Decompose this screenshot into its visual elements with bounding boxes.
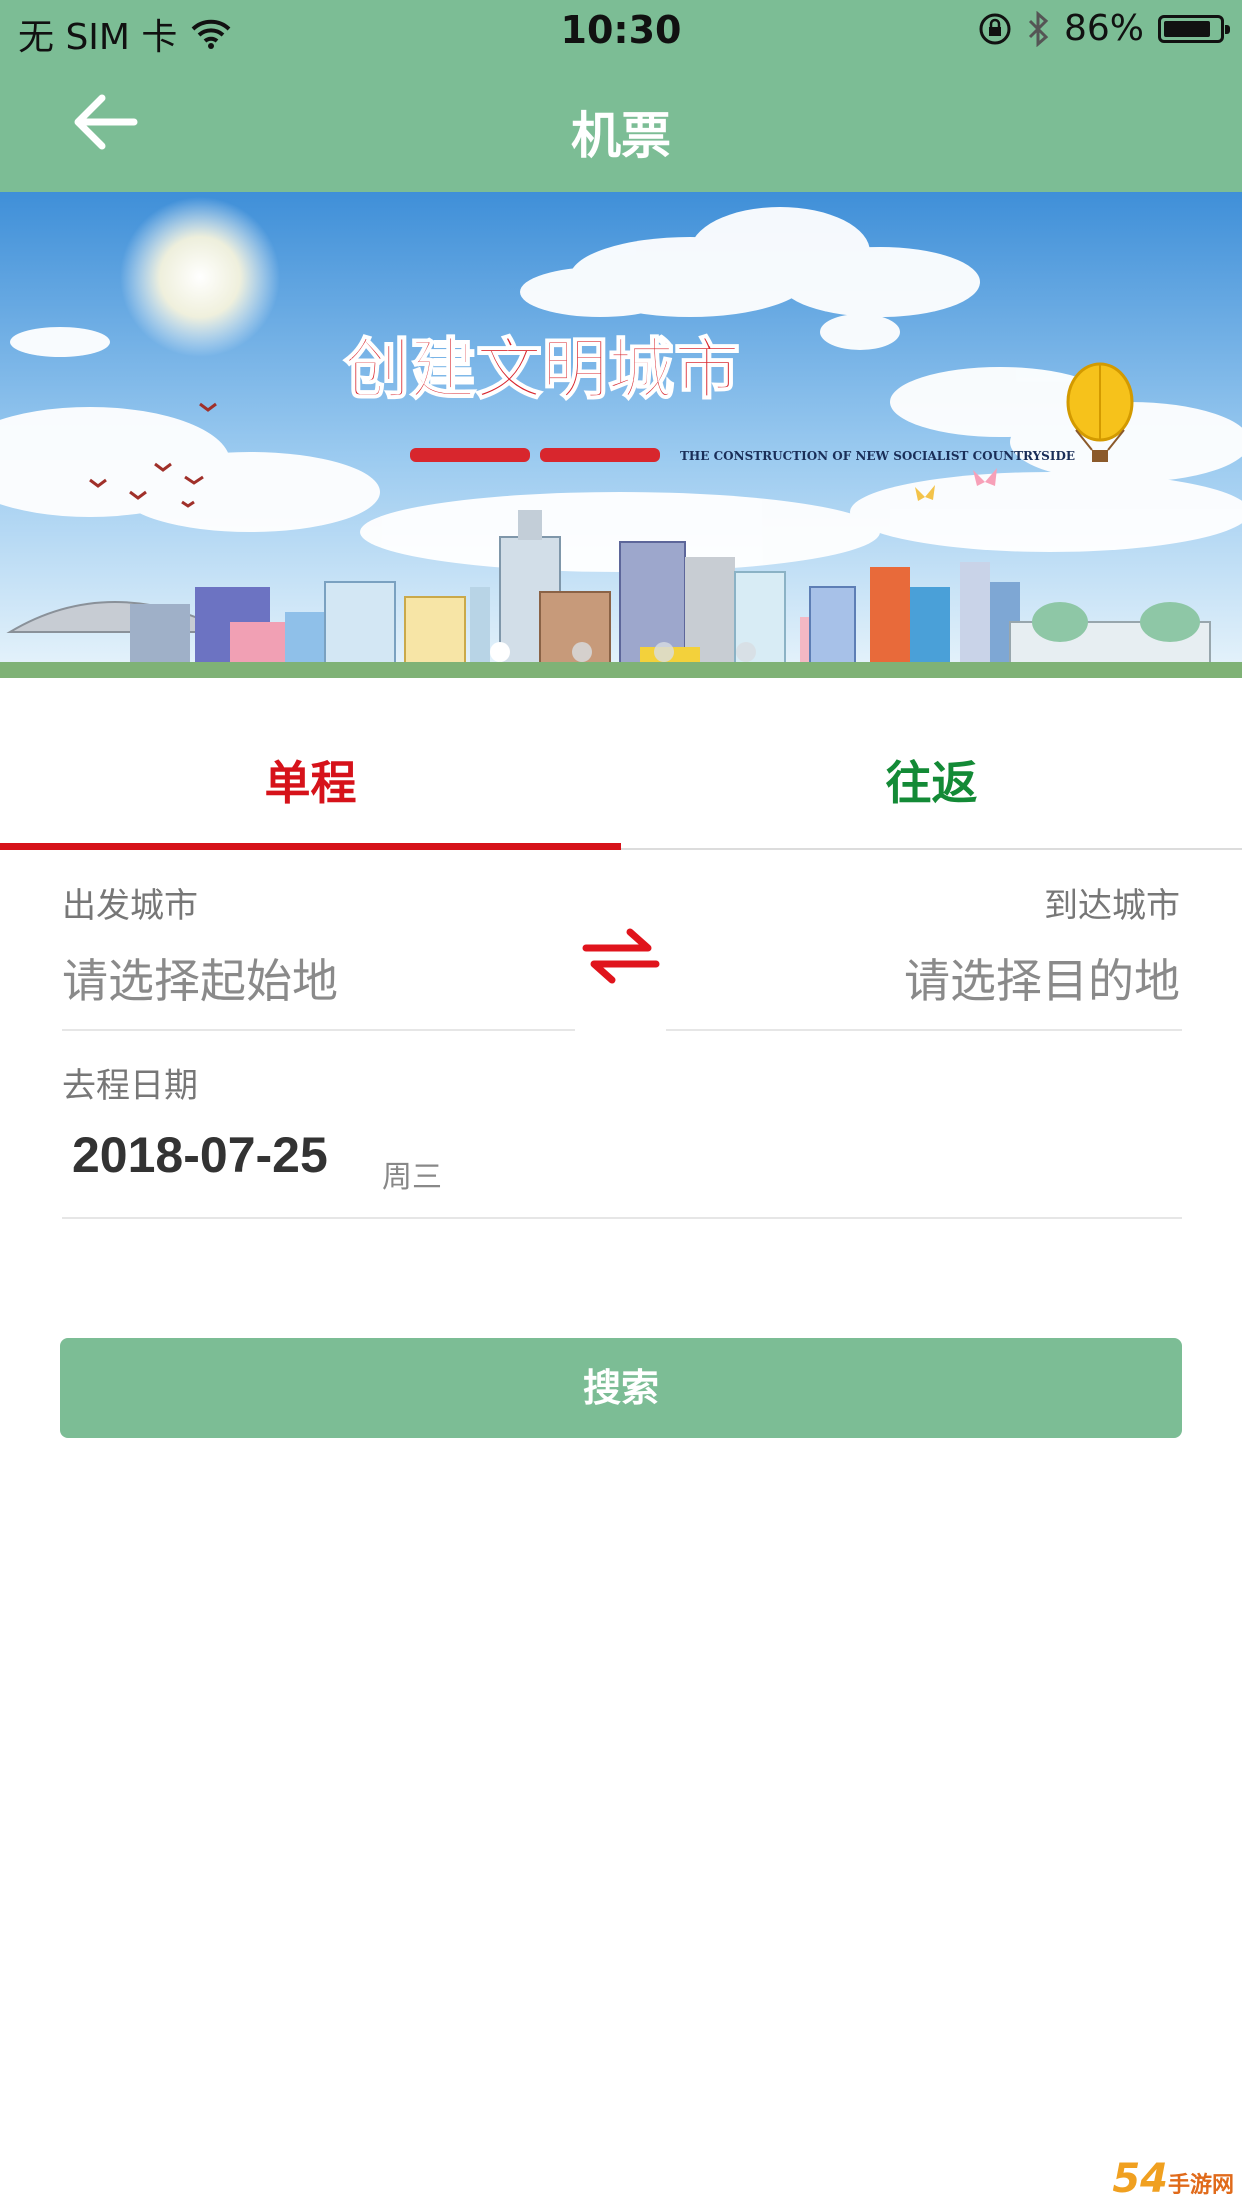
date-divider [62,1217,1182,1219]
rotation-lock-icon [979,13,1011,44]
from-city-input[interactable]: 请选择起始地 [62,945,338,1011]
battery-percent: 86% [1063,8,1144,49]
bluetooth-icon [1028,10,1049,47]
depart-date-value[interactable]: 2018-07-25 [72,1126,328,1184]
status-bar: 无 SIM 卡 10:30 86% [0,0,1242,60]
status-right: 86% [978,8,1230,49]
to-city-label: 到达城市 [1044,886,1180,926]
swap-button[interactable] [582,928,660,984]
depart-weekday: 周三 [382,1160,442,1195]
to-divider [666,1029,1182,1031]
carousel-dot[interactable] [736,642,756,662]
carousel-dot[interactable] [490,642,510,662]
to-city-input[interactable]: 请选择目的地 [904,945,1180,1011]
swap-arrows-icon [582,928,660,984]
tab-one-way[interactable]: 单程 [0,678,621,848]
carousel-dot[interactable] [572,642,592,662]
trip-type-tabs: 单程 往返 [0,678,1242,850]
carousel-dot[interactable] [654,642,674,662]
battery-icon [1158,14,1230,43]
banner-subline: THE CONSTRUCTION OF NEW SOCIALIST COUNTR… [680,449,1075,463]
page-title: 机票 [571,107,671,165]
tab-indicator [0,843,621,850]
banner-headline: 创建文明城市 [344,330,740,408]
banner-image: 创建文明城市 THE CONSTRUCTION OF NEW SOCIALIST… [0,192,1242,678]
from-divider [62,1029,575,1031]
battery-fill [1164,20,1210,37]
depart-date-label: 去程日期 [62,1066,198,1106]
search-button[interactable]: 搜索 [60,1338,1182,1438]
watermark-logo: 54手游网 [1112,2156,1234,2202]
tab-round-trip[interactable]: 往返 [621,678,1242,848]
from-city-label: 出发城市 [62,886,198,926]
banner-carousel[interactable]: 创建文明城市 THE CONSTRUCTION OF NEW SOCIALIST… [0,192,1242,678]
nav-bar: 机票 [0,60,1242,192]
